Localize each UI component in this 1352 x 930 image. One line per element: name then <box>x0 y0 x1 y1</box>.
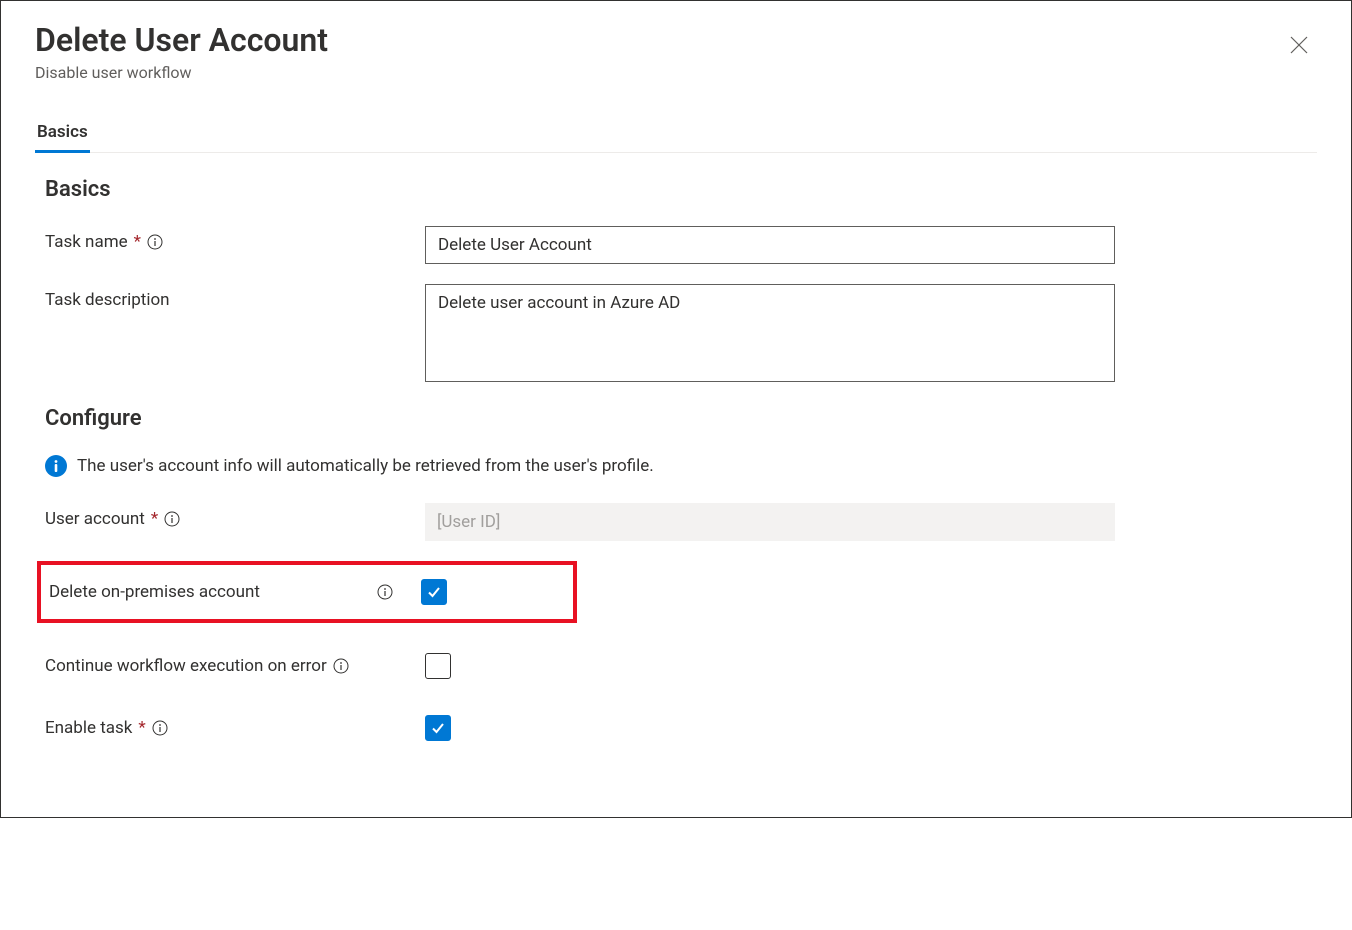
delete-onprem-row: Delete on-premises account <box>49 579 573 605</box>
user-account-label-col: User account * <box>45 503 425 529</box>
page-title: Delete User Account <box>35 21 1317 59</box>
close-icon <box>1290 36 1308 54</box>
user-account-label: User account <box>45 509 145 529</box>
task-description-label: Task description <box>45 290 170 310</box>
info-message-text: The user's account info will automatical… <box>77 456 654 476</box>
highlight-box: Delete on-premises account <box>37 561 577 623</box>
task-description-input[interactable]: Delete user account in Azure AD <box>425 284 1115 382</box>
delete-user-account-panel: Delete User Account Disable user workflo… <box>1 1 1351 817</box>
enable-task-label-col: Enable task * <box>45 718 425 738</box>
enable-task-label: Enable task <box>45 718 132 738</box>
continue-on-error-label: Continue workflow execution on error <box>45 656 327 676</box>
delete-onprem-label: Delete on-premises account <box>49 582 260 602</box>
checkmark-icon <box>430 720 446 736</box>
task-name-label: Task name <box>45 232 128 252</box>
info-icon[interactable] <box>147 234 163 250</box>
info-message: The user's account info will automatical… <box>45 455 1317 477</box>
required-asterisk: * <box>138 718 145 738</box>
required-asterisk: * <box>151 509 158 529</box>
task-description-control: Delete user account in Azure AD <box>425 284 1115 386</box>
tabs: Basics <box>35 114 1317 153</box>
task-name-control <box>425 226 1115 264</box>
user-account-field: [User ID] <box>425 503 1115 541</box>
delete-onprem-checkbox[interactable] <box>421 579 447 605</box>
checkmark-icon <box>426 584 442 600</box>
info-icon[interactable] <box>152 720 168 736</box>
task-name-label-col: Task name * <box>45 226 425 252</box>
page-subtitle: Disable user workflow <box>35 63 1317 82</box>
enable-task-row: Enable task * <box>35 715 1317 741</box>
configure-section-heading: Configure <box>45 406 1317 431</box>
info-icon[interactable] <box>164 511 180 527</box>
info-icon[interactable] <box>333 658 349 674</box>
info-circle-icon <box>45 455 67 477</box>
basics-section-heading: Basics <box>45 177 1317 202</box>
user-account-control: [User ID] <box>425 503 1115 541</box>
task-description-row: Task description Delete user account in … <box>35 284 1317 386</box>
user-account-row: User account * [User ID] <box>35 503 1317 541</box>
continue-on-error-checkbox[interactable] <box>425 653 451 679</box>
task-description-label-col: Task description <box>45 284 425 310</box>
info-icon[interactable] <box>377 584 393 600</box>
enable-task-checkbox[interactable] <box>425 715 451 741</box>
task-name-input[interactable] <box>425 226 1115 264</box>
continue-on-error-row: Continue workflow execution on error <box>35 653 1317 679</box>
task-name-row: Task name * <box>35 226 1317 264</box>
tab-basics[interactable]: Basics <box>35 114 90 152</box>
continue-on-error-label-col: Continue workflow execution on error <box>45 656 425 676</box>
delete-onprem-label-col: Delete on-premises account <box>49 582 421 602</box>
close-button[interactable] <box>1287 33 1311 57</box>
required-asterisk: * <box>134 232 141 252</box>
